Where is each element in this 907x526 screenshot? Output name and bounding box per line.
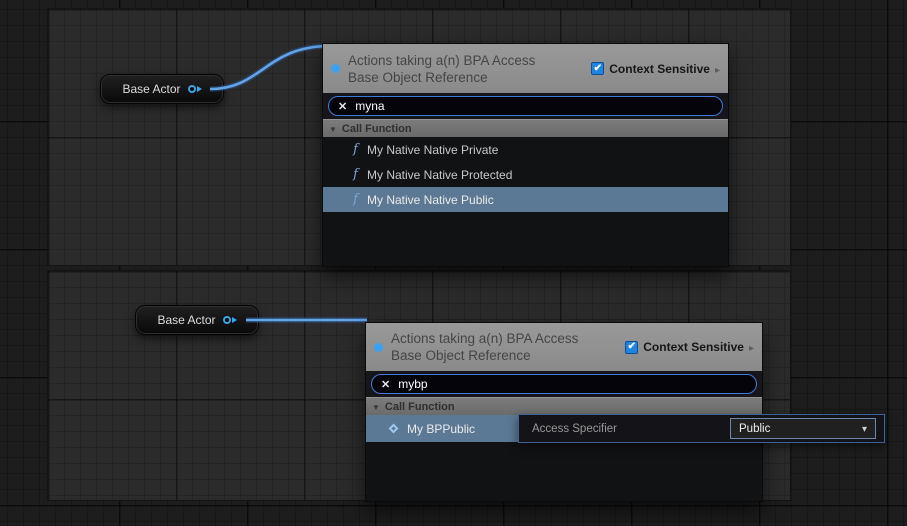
category-label: Call Function bbox=[342, 123, 412, 135]
context-sensitive-group: Context Sensitive bbox=[591, 60, 720, 78]
expand-arrow-icon[interactable] bbox=[715, 60, 720, 78]
collapse-triangle-icon[interactable] bbox=[329, 123, 337, 135]
base-actor-node-bottom[interactable]: Base Actor bbox=[135, 305, 259, 335]
base-actor-node-top[interactable]: Base Actor bbox=[100, 74, 224, 104]
pin-ring-icon bbox=[188, 85, 196, 93]
action-item-selected[interactable]: My BPPublic Access Specifier Public bbox=[366, 415, 762, 442]
pin-arrow-icon bbox=[232, 317, 237, 323]
search-box[interactable] bbox=[328, 96, 723, 116]
empty-list-area bbox=[366, 442, 762, 501]
context-sensitive-group: Context Sensitive bbox=[625, 338, 754, 356]
menu-title-line1: Actions taking a(n) BPA Access bbox=[391, 330, 578, 347]
context-sensitive-checkbox[interactable] bbox=[591, 62, 604, 75]
object-reference-pin-icon[interactable] bbox=[223, 316, 237, 324]
node-title: Base Actor bbox=[157, 313, 215, 327]
pin-arrow-icon bbox=[197, 86, 202, 92]
bp-function-diamond-icon bbox=[389, 424, 399, 434]
pin-dot-icon bbox=[331, 64, 340, 73]
action-list: My Native Native Private My Native Nativ… bbox=[323, 137, 728, 266]
collapse-triangle-icon[interactable] bbox=[372, 401, 380, 413]
search-box[interactable] bbox=[371, 374, 757, 394]
menu-title-line1: Actions taking a(n) BPA Access bbox=[348, 52, 535, 69]
empty-list-area bbox=[323, 212, 728, 266]
graph-background[interactable]: Base Actor Base Actor Actions taking a(n… bbox=[0, 0, 907, 526]
expand-arrow-icon[interactable] bbox=[749, 338, 754, 356]
context-sensitive-label: Context Sensitive bbox=[609, 62, 710, 76]
access-specifier-label: Access Specifier bbox=[532, 423, 617, 435]
action-list: My BPPublic Access Specifier Public bbox=[366, 415, 762, 501]
menu-title-line2: Base Object Reference bbox=[391, 347, 578, 364]
access-specifier-popup: Access Specifier Public bbox=[518, 414, 885, 443]
menu-title: Actions taking a(n) BPA Access Base Obje… bbox=[348, 52, 535, 86]
context-action-menu-bottom: Actions taking a(n) BPA Access Base Obje… bbox=[365, 322, 763, 502]
object-reference-pin-icon[interactable] bbox=[188, 85, 202, 93]
action-item-label: My Native Native Private bbox=[367, 143, 498, 157]
menu-title: Actions taking a(n) BPA Access Base Obje… bbox=[391, 330, 578, 364]
menu-title-line2: Base Object Reference bbox=[348, 69, 535, 86]
function-icon bbox=[351, 142, 360, 157]
clear-search-icon[interactable] bbox=[338, 97, 347, 115]
pin-ring-icon bbox=[223, 316, 231, 324]
pin-dot-icon bbox=[374, 343, 383, 352]
access-specifier-dropdown[interactable]: Public bbox=[730, 418, 876, 439]
function-icon bbox=[351, 192, 360, 207]
menu-header: Actions taking a(n) BPA Access Base Obje… bbox=[323, 44, 728, 93]
dropdown-selected-value: Public bbox=[739, 423, 770, 435]
action-item-label: My BPPublic bbox=[407, 422, 475, 436]
category-call-function[interactable]: Call Function bbox=[366, 397, 762, 415]
context-sensitive-checkbox[interactable] bbox=[625, 341, 638, 354]
action-item[interactable]: My Native Native Protected bbox=[323, 162, 728, 187]
action-item-label: My Native Native Public bbox=[367, 193, 494, 207]
category-label: Call Function bbox=[385, 401, 455, 413]
clear-search-icon[interactable] bbox=[381, 375, 390, 393]
action-item-label: My Native Native Protected bbox=[367, 168, 512, 182]
function-icon bbox=[351, 167, 360, 182]
search-input[interactable] bbox=[398, 377, 747, 391]
context-action-menu-top: Actions taking a(n) BPA Access Base Obje… bbox=[322, 43, 729, 267]
category-call-function[interactable]: Call Function bbox=[323, 119, 728, 137]
search-row bbox=[366, 371, 762, 397]
search-input[interactable] bbox=[355, 99, 713, 113]
search-row bbox=[323, 93, 728, 119]
context-sensitive-label: Context Sensitive bbox=[643, 340, 744, 354]
action-item-selected[interactable]: My Native Native Public bbox=[323, 187, 728, 212]
menu-header: Actions taking a(n) BPA Access Base Obje… bbox=[366, 323, 762, 371]
chevron-down-icon bbox=[862, 423, 867, 435]
action-item[interactable]: My Native Native Private bbox=[323, 137, 728, 162]
node-title: Base Actor bbox=[122, 82, 180, 96]
